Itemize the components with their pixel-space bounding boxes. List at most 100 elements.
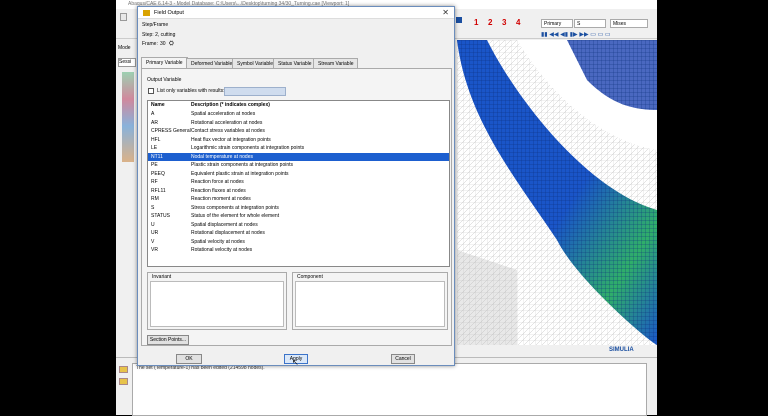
row-name: HFL xyxy=(151,136,161,143)
new-file-icon[interactable] xyxy=(120,13,127,21)
component-label: Component xyxy=(297,274,323,280)
model-tree-label: Mode xyxy=(118,45,131,51)
output-variable-label: Output Variable xyxy=(147,77,182,83)
table-row[interactable]: UR Rotational displacement at nodes xyxy=(148,229,449,238)
tab-deformed-variable[interactable]: Deformed Variable xyxy=(186,58,238,68)
tab-status-variable[interactable]: Status Variable xyxy=(273,58,317,68)
close-icon[interactable]: ✕ xyxy=(442,8,449,17)
row-name: PEEQ xyxy=(151,170,165,177)
filter-label: List only variables with results: xyxy=(157,88,225,94)
table-row[interactable]: HFL Heat flux vector at integration point… xyxy=(148,136,449,145)
row-name: RM xyxy=(151,196,159,202)
render-icon[interactable] xyxy=(456,17,462,23)
row-name: PE xyxy=(151,162,158,168)
message-icon[interactable] xyxy=(119,366,128,373)
row-description: Plastic strain components at integration… xyxy=(191,162,293,168)
column-header-description[interactable]: Description (* indicates complex) xyxy=(191,102,270,108)
column-header-name[interactable]: Name xyxy=(151,102,165,108)
row-description: Nodal temperature at nodes xyxy=(191,153,253,160)
row-description: Contact stress variables at nodes xyxy=(191,128,265,134)
table-row[interactable]: NT11 Nodal temperature at nodes xyxy=(148,152,449,161)
invariant-combo[interactable]: Mises xyxy=(610,19,648,28)
row-name: UR xyxy=(151,230,159,236)
view-number-2[interactable]: 2 xyxy=(488,18,492,27)
invariant-frame: Invariant xyxy=(147,272,287,330)
simulia-logo: SIMULIA xyxy=(609,347,634,353)
row-description: Spatial velocity at nodes xyxy=(191,238,245,245)
row-name: RFL11 xyxy=(151,187,166,194)
table-row[interactable]: PE Plastic strain components at integrati… xyxy=(148,161,449,170)
ok-button[interactable]: OK xyxy=(176,354,202,364)
invariant-label: Invariant xyxy=(152,274,172,280)
row-description: Rotational displacement at nodes xyxy=(191,230,265,236)
tab-symbol-variable[interactable]: Symbol Variable xyxy=(232,58,279,68)
row-description: Equivalent plastic strain at integration… xyxy=(191,170,289,177)
row-description: Spatial acceleration at nodes xyxy=(191,111,256,117)
row-description: Reaction force at nodes xyxy=(191,179,244,185)
row-description: Reaction moment at nodes xyxy=(191,196,251,202)
message-box: The set (Temperature-1) has been edited … xyxy=(132,363,647,416)
table-row[interactable]: A Spatial acceleration at nodes xyxy=(148,110,449,119)
dialog-app-icon xyxy=(143,10,150,16)
row-description: Heat flux vector at integration points xyxy=(191,136,271,143)
row-name: NT11 xyxy=(151,153,163,160)
component-list[interactable] xyxy=(295,281,445,327)
cancel-button[interactable]: Cancel xyxy=(391,354,415,364)
row-name: VR xyxy=(151,247,158,253)
component-frame: Component xyxy=(292,272,448,330)
table-row[interactable]: RFL11 Reaction fluxes at nodes xyxy=(148,187,449,196)
row-description: Spatial displacement at nodes xyxy=(191,221,258,228)
view-number-4[interactable]: 4 xyxy=(516,18,520,27)
variable-combo[interactable]: S xyxy=(574,19,606,28)
table-row[interactable]: LE Logarithmic strain components at integ… xyxy=(148,144,449,153)
frame-value: 30 xyxy=(160,41,166,47)
row-description: Rotational acceleration at nodes xyxy=(191,119,263,126)
python-icon[interactable] xyxy=(119,378,128,385)
frame-select-icon[interactable]: ⛭ xyxy=(169,41,174,48)
step-frame-header: Step/Frame xyxy=(142,22,169,28)
table-row[interactable]: STATUS Status of the element for whole el… xyxy=(148,212,449,221)
animation-controls[interactable]: ▮▮ ◀◀ ◀▮ ▮▶ ▶▶ ▭ ▭ ▭ xyxy=(541,31,611,38)
view-number-1[interactable]: 1 xyxy=(474,18,478,27)
table-row[interactable]: RM Reaction moment at nodes xyxy=(148,195,449,204)
row-description: Status of the element for whole element xyxy=(191,213,280,219)
table-row[interactable]: U Spatial displacement at nodes xyxy=(148,221,449,230)
filter-checkbox[interactable] xyxy=(148,88,154,94)
row-name: STATUS xyxy=(151,213,170,219)
invariant-list[interactable] xyxy=(150,281,284,327)
table-row[interactable]: VR Rotational velocity at nodes xyxy=(148,246,449,255)
mesh-plot xyxy=(457,40,657,345)
row-description: Reaction fluxes at nodes xyxy=(191,187,246,194)
row-description: Rotational velocity at nodes xyxy=(191,247,253,253)
primary-variable-panel: Output Variable List only variables with… xyxy=(141,68,452,346)
table-row[interactable]: PEEQ Equivalent plastic strain at integra… xyxy=(148,170,449,179)
row-name: AR xyxy=(151,119,158,126)
dialog-title-bar: Field Output xyxy=(138,7,454,19)
row-description: Stress components at integration points xyxy=(191,204,279,211)
table-row[interactable]: RF Reaction force at nodes xyxy=(148,178,449,187)
step-combo[interactable]: Primary xyxy=(541,19,573,28)
filter-combo[interactable] xyxy=(224,87,286,96)
table-row[interactable]: S Stress components at integration points xyxy=(148,204,449,213)
tab-primary-variable[interactable]: Primary Variable xyxy=(141,57,188,68)
dialog-title: Field Output xyxy=(154,10,184,16)
mouse-cursor-icon: ↖ xyxy=(292,358,299,367)
table-row[interactable]: CPRESS General Contact stress variables a… xyxy=(148,127,449,136)
row-name: A xyxy=(151,111,155,117)
tree-icons xyxy=(122,72,134,162)
section-points-button[interactable]: Section Points... xyxy=(147,335,189,345)
frame-label: Frame: xyxy=(142,41,158,47)
field-output-dialog: Field Output ✕ Step/Frame Step: 2, cutti… xyxy=(137,6,455,367)
session-tab[interactable]: Sessi xyxy=(118,58,136,67)
tab-stream-variable[interactable]: Stream Variable xyxy=(313,58,359,68)
row-name: V xyxy=(151,238,155,245)
row-name: RF xyxy=(151,179,158,185)
viewport[interactable] xyxy=(457,40,657,345)
row-name: LE xyxy=(151,145,158,151)
table-row[interactable]: AR Rotational acceleration at nodes xyxy=(148,119,449,128)
row-name: U xyxy=(151,221,155,228)
table-row[interactable]: V Spatial velocity at nodes xyxy=(148,238,449,247)
row-name: S xyxy=(151,204,155,211)
output-variable-table[interactable]: Name Description (* indicates complex) A… xyxy=(147,100,450,267)
view-number-3[interactable]: 3 xyxy=(502,18,506,27)
